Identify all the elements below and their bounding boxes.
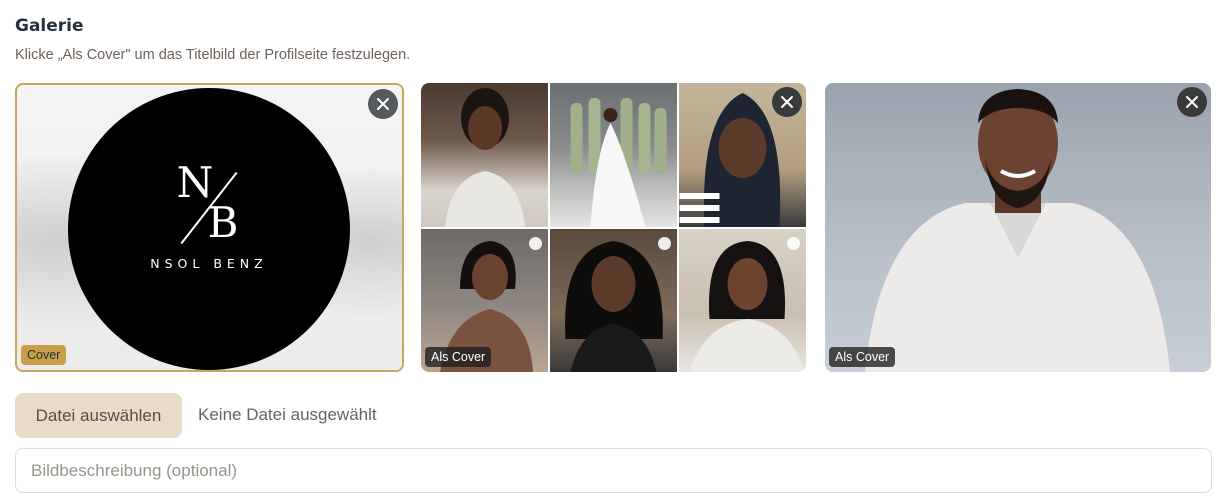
collage-grid: Als Cover xyxy=(421,83,806,372)
video-icon xyxy=(787,237,800,250)
collage-photo: Als Cover xyxy=(421,229,548,372)
video-icon xyxy=(658,237,671,250)
gallery-item-portrait[interactable]: Als Cover xyxy=(825,83,1211,372)
portrait-image xyxy=(689,241,804,372)
brand-logo: N B NSOL BENZ xyxy=(68,88,350,370)
portrait-image xyxy=(564,241,663,372)
close-icon xyxy=(377,98,389,110)
portrait-image xyxy=(865,89,1170,372)
video-icon xyxy=(529,237,542,250)
gallery-subtitle: Klicke „Als Cover" um das Titelbild der … xyxy=(15,47,411,63)
gallery-title: Galerie xyxy=(15,16,84,36)
file-status-text: Keine Datei ausgewählt xyxy=(198,405,377,424)
logo-brand-name: NSOL BENZ xyxy=(150,256,268,271)
collage-photo xyxy=(550,229,677,372)
collage-photo xyxy=(421,83,548,227)
group-image xyxy=(570,98,666,227)
set-cover-button[interactable]: Als Cover xyxy=(425,347,492,367)
collage-photo xyxy=(679,229,806,372)
gallery-section: Galerie Klicke „Als Cover" um das Titelb… xyxy=(0,0,1222,498)
close-icon xyxy=(781,96,793,108)
remove-image-button[interactable] xyxy=(368,89,398,119)
cover-badge: Cover xyxy=(21,345,67,365)
set-cover-button[interactable]: Als Cover xyxy=(829,347,896,367)
collage-photo xyxy=(550,83,677,227)
gallery-item-collage[interactable]: Als Cover xyxy=(421,83,806,372)
gallery-item-logo[interactable]: N B NSOL BENZ Cover xyxy=(15,83,404,372)
choose-file-button[interactable]: Datei auswählen xyxy=(15,393,182,438)
image-description-input[interactable] xyxy=(15,448,1212,493)
portrait-image xyxy=(444,88,525,227)
close-icon xyxy=(1186,96,1198,108)
remove-image-button[interactable] xyxy=(772,87,802,117)
logo-letter-b: B xyxy=(207,198,239,247)
remove-image-button[interactable] xyxy=(1177,87,1207,117)
